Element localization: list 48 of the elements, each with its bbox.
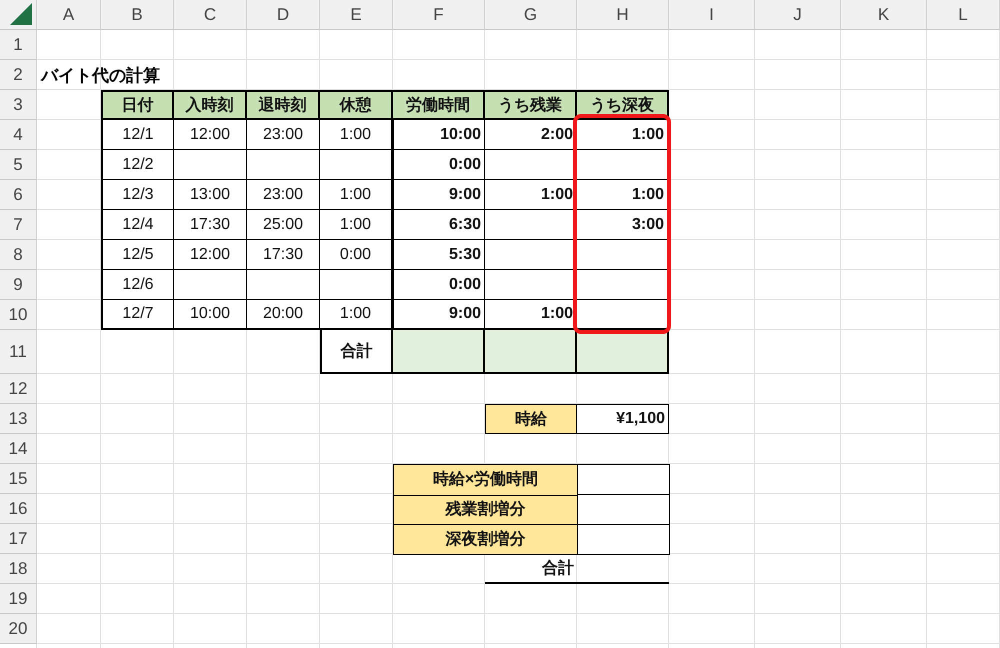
- row-header[interactable]: 20: [0, 614, 37, 644]
- row-header[interactable]: 7: [0, 210, 37, 240]
- column-header[interactable]: D: [247, 0, 320, 30]
- row-header[interactable]: 8: [0, 240, 37, 270]
- column-header[interactable]: A: [37, 0, 101, 30]
- row-header[interactable]: 3: [0, 90, 37, 120]
- row-header[interactable]: 12: [0, 374, 37, 404]
- summary-total-label: 合計: [485, 554, 577, 584]
- column-header[interactable]: C: [174, 0, 247, 30]
- column-header[interactable]: B: [101, 0, 174, 30]
- table-header-cell: 退時刻: [245, 90, 320, 120]
- row-header[interactable]: 2: [0, 60, 37, 90]
- table-header-cell: 労働時間: [391, 90, 485, 120]
- sheet-title: バイト代の計算: [39, 64, 161, 86]
- row-header[interactable]: 13: [0, 404, 37, 434]
- summary-label: 残業割増分: [394, 494, 578, 524]
- column-header[interactable]: F: [393, 0, 485, 30]
- summary-label: 時給×労働時間: [394, 465, 578, 495]
- table-cell: 12/7: [101, 299, 174, 330]
- column-header[interactable]: J: [755, 0, 841, 30]
- row-header[interactable]: 11: [0, 330, 37, 374]
- column-header[interactable]: H: [577, 0, 669, 30]
- row-header[interactable]: 16: [0, 494, 37, 524]
- row-header[interactable]: 10: [0, 300, 37, 330]
- row-header[interactable]: 17: [0, 524, 37, 554]
- table-header-cell: うち残業: [483, 90, 577, 120]
- rate-label: 時給: [485, 404, 577, 434]
- table-header-cell: 日付: [101, 90, 174, 120]
- table-header-cell: 休憩: [318, 90, 393, 120]
- column-header[interactable]: E: [320, 0, 393, 30]
- row-header[interactable]: 19: [0, 584, 37, 614]
- summary-label: 深夜割増分: [394, 524, 578, 554]
- column-header[interactable]: I: [669, 0, 755, 30]
- row-header[interactable]: 18: [0, 554, 37, 584]
- column-header[interactable]: G: [485, 0, 577, 30]
- rate-value: ¥1,100: [576, 404, 669, 434]
- row-header[interactable]: 15: [0, 464, 37, 494]
- table-header-cell: 入時刻: [172, 90, 247, 120]
- row-header[interactable]: 5: [0, 150, 37, 180]
- column-header[interactable]: K: [841, 0, 927, 30]
- row-header[interactable]: 9: [0, 270, 37, 300]
- total-label: 合計: [320, 328, 393, 374]
- row-header[interactable]: 6: [0, 180, 37, 210]
- row-header[interactable]: 14: [0, 434, 37, 464]
- select-all-triangle-icon[interactable]: [10, 3, 32, 25]
- column-header[interactable]: L: [927, 0, 1000, 30]
- row-header[interactable]: 4: [0, 120, 37, 150]
- row-header[interactable]: 1: [0, 30, 37, 60]
